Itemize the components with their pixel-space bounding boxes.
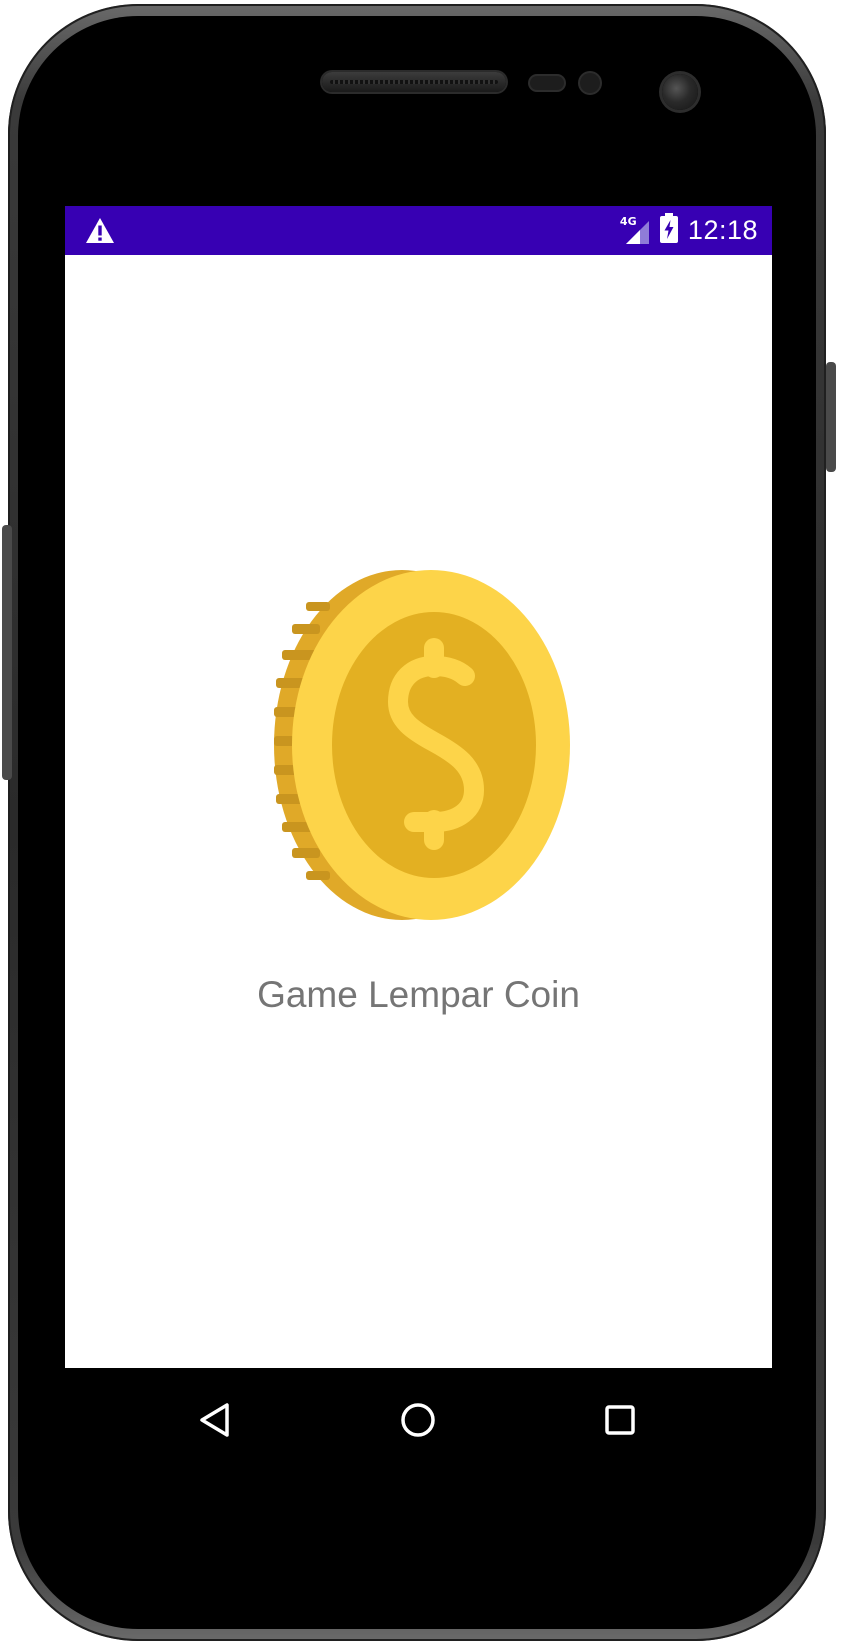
- back-icon[interactable]: [186, 1390, 246, 1450]
- volume-button: [2, 525, 12, 780]
- warning-icon: [85, 217, 115, 244]
- coin-dollar-icon[interactable]: [274, 570, 570, 920]
- power-button: [826, 362, 836, 472]
- screen: 4G 12:18 Game Lempar Coin: [65, 206, 772, 1368]
- signal-icon: 4G: [620, 215, 650, 245]
- light-sensor: [580, 73, 600, 93]
- status-bar: 4G 12:18: [65, 206, 772, 255]
- battery-charging-icon: [659, 213, 678, 248]
- home-icon[interactable]: [388, 1390, 448, 1450]
- app-title: Game Lempar Coin: [257, 974, 580, 1015]
- main-content: Game Lempar Coin: [65, 255, 772, 1368]
- proximity-sensor: [530, 76, 564, 90]
- earpiece-speaker: [322, 72, 506, 92]
- front-camera: [662, 74, 698, 110]
- recents-icon[interactable]: [590, 1390, 650, 1450]
- clock: 12:18: [687, 215, 758, 245]
- navigation-bar: [65, 1368, 772, 1471]
